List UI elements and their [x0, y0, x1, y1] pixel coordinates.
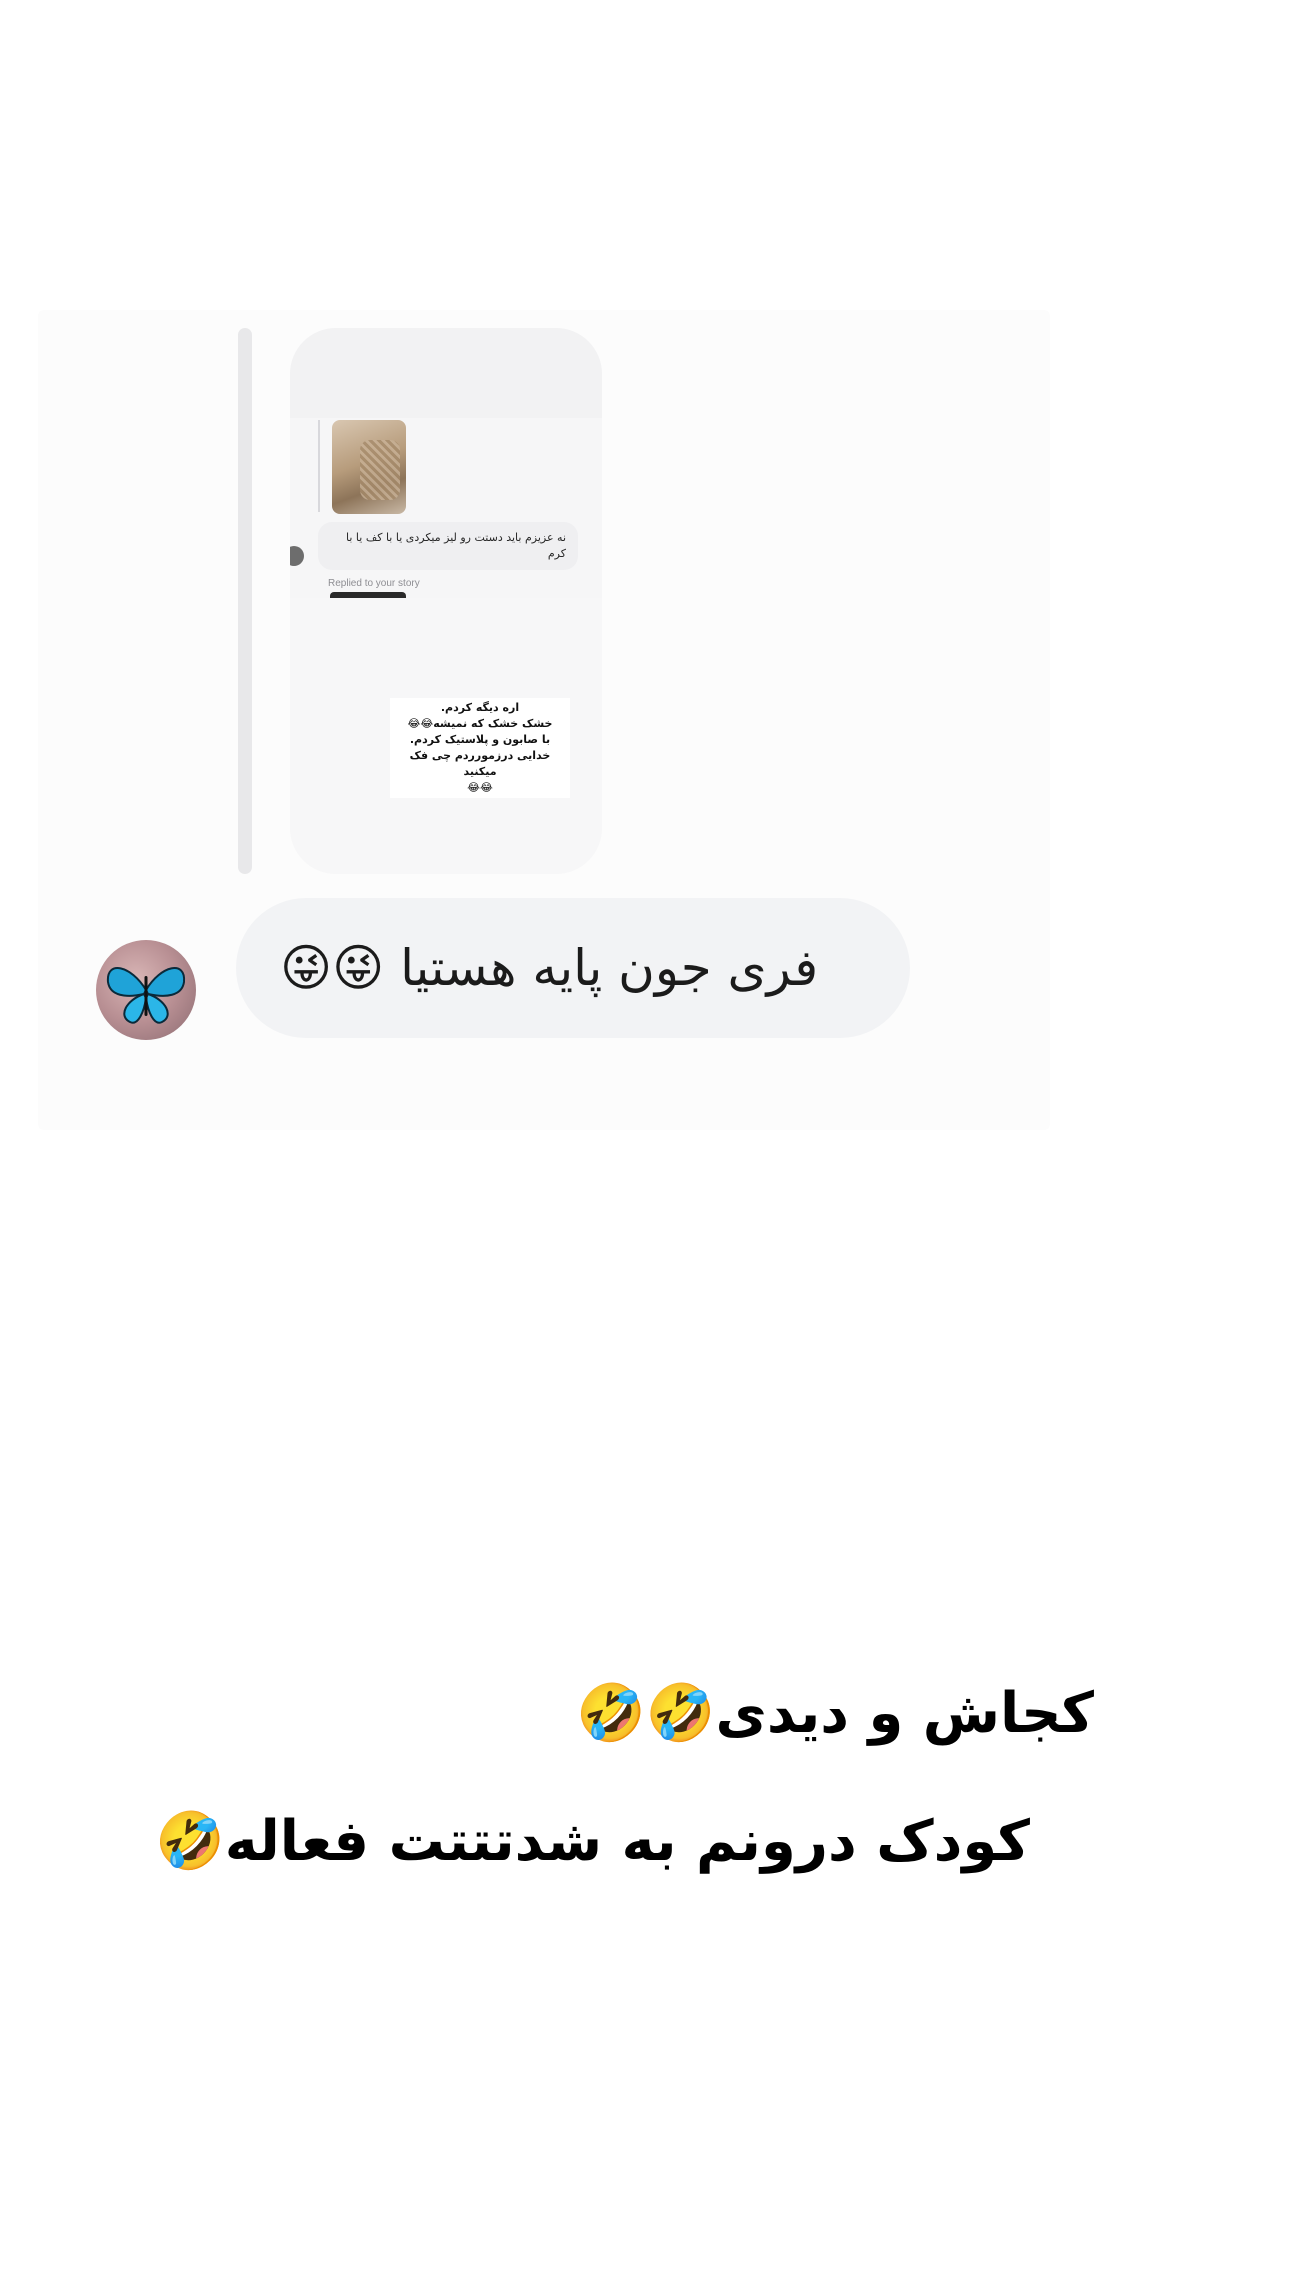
reply-quote-bar — [238, 328, 252, 874]
caption-line-1: کجاش و دیدی🤣🤣 — [576, 1681, 1094, 1746]
butterfly-icon — [106, 967, 186, 1024]
avatar[interactable] — [96, 940, 196, 1040]
replied-to-story-label: Replied to your story — [328, 578, 420, 589]
story-top-band — [290, 328, 602, 418]
story-text: اره دیگه کردم. خشک خشک که نمیشه😂😂 با صاب… — [390, 698, 570, 798]
caption-line-2: کودک درونم به شدتتتت فعاله🤣 — [155, 1809, 1030, 1874]
inner-thumbnail-image — [332, 420, 406, 514]
inner-message-bubble: نه عزیزم باید دستت رو لیز میکردی یا با ک… — [318, 522, 578, 570]
message-text: فری جون پایه هستیا 😜😜 — [280, 939, 819, 997]
message-bubble[interactable]: فری جون پایه هستیا 😜😜 — [236, 898, 910, 1038]
inner-avatar — [290, 546, 304, 566]
inner-quote-line — [318, 420, 320, 512]
page: نه عزیزم باید دستت رو لیز میکردی یا با ک… — [0, 0, 1290, 2293]
story-reply-preview[interactable]: نه عزیزم باید دستت رو لیز میکردی یا با ک… — [290, 328, 602, 874]
